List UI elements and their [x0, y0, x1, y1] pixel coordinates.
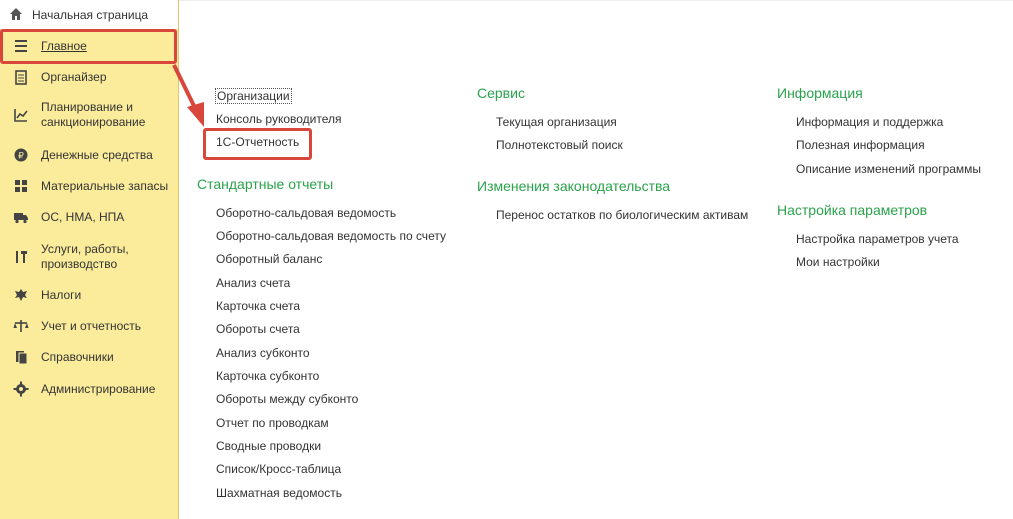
sidebar-item-admin[interactable]: Администрирование: [0, 380, 178, 400]
sidebar-item-organizer[interactable]: Органайзер: [0, 67, 178, 87]
link-useful-info[interactable]: Полезная информация: [796, 138, 925, 152]
link-report[interactable]: Карточка субконто: [216, 369, 319, 383]
link-report[interactable]: Оборотно-сальдовая ведомость: [216, 206, 396, 220]
sidebar-item-planning[interactable]: Планирование и санкционирование: [0, 98, 178, 132]
link-fulltext-search[interactable]: Полнотекстовый поиск: [496, 138, 623, 152]
link-changelog[interactable]: Описание изменений программы: [796, 162, 981, 176]
sidebar-item-taxes[interactable]: Налоги: [0, 286, 178, 306]
home-icon: [10, 8, 22, 20]
heading-standard-reports: Стандартные отчеты: [197, 176, 334, 192]
link-current-organization[interactable]: Текущая организация: [496, 115, 617, 129]
link-report[interactable]: Оборотно-сальдовая ведомость по счету: [216, 229, 446, 243]
link-report[interactable]: Карточка счета: [216, 299, 300, 313]
money-icon: ₽: [14, 148, 28, 162]
scales-icon: [13, 320, 29, 332]
sidebar-item-inventory[interactable]: Материальные запасы: [0, 177, 178, 197]
top-divider: [179, 0, 1013, 1]
books-icon: [16, 351, 28, 365]
link-report[interactable]: Обороты между субконто: [216, 392, 358, 406]
svg-text:₽: ₽: [18, 151, 24, 161]
link-report[interactable]: Оборотный баланс: [216, 252, 322, 266]
heading-settings: Настройка параметров: [777, 202, 928, 218]
sidebar-item-label: Учет и отчетность: [41, 319, 141, 333]
planning-icon: [14, 109, 28, 122]
link-bio-assets-transfer[interactable]: Перенос остатков по биологическим актива…: [496, 208, 748, 222]
home-label: Начальная страница: [32, 8, 149, 22]
home-link[interactable]: Начальная страница: [0, 0, 178, 30]
link-report[interactable]: Обороты счета: [216, 322, 300, 336]
sidebar-item-label: Администрирование: [41, 382, 156, 396]
heading-legislation-changes: Изменения законодательства: [477, 178, 671, 194]
link-report[interactable]: Список/Кросс-таблица: [216, 462, 341, 476]
highlight-main: [0, 29, 177, 64]
sidebar-item-label: Планирование и санкционирование: [41, 100, 146, 129]
link-report[interactable]: Анализ субконто: [216, 346, 310, 360]
sidebar-item-label: Денежные средства: [41, 148, 153, 162]
link-report[interactable]: Сводные проводки: [216, 439, 321, 453]
notepad-icon: [15, 70, 27, 85]
eagle-icon: [15, 289, 27, 301]
sidebar-item-label: ОС, НМА, НПА: [41, 210, 125, 224]
sidebar-item-label: Органайзер: [41, 70, 107, 84]
gear-icon: [13, 381, 29, 397]
sidebar-item-services[interactable]: Услуги, работы, производство: [0, 240, 178, 274]
sidebar-item-label: Налоги: [41, 288, 82, 302]
heading-service: Сервис: [477, 85, 525, 101]
grid-icon: [15, 180, 27, 192]
link-organizations[interactable]: Организации: [215, 88, 292, 104]
sidebar-item-label: Услуги, работы, производство: [41, 242, 129, 271]
sidebar-item-fixed-assets[interactable]: ОС, НМА, НПА: [0, 208, 178, 228]
link-accounting-settings[interactable]: Настройка параметров учета: [796, 232, 959, 246]
annotation-arrow: [172, 64, 204, 127]
sidebar-item-references[interactable]: Справочники: [0, 348, 178, 368]
truck-icon: [14, 213, 28, 224]
link-1c-reporting[interactable]: 1С-Отчетность: [216, 135, 299, 149]
sidebar-item-money[interactable]: ₽ Денежные средства: [0, 146, 178, 166]
link-director-console[interactable]: Консоль руководителя: [216, 112, 342, 126]
link-info-support[interactable]: Информация и поддержка: [796, 115, 943, 129]
link-my-settings[interactable]: Мои настройки: [796, 255, 880, 269]
sidebar-item-accounting[interactable]: Учет и отчетность: [0, 317, 178, 337]
sidebar-item-label: Справочники: [41, 350, 114, 364]
link-report[interactable]: Анализ счета: [216, 276, 290, 290]
sidebar: Начальная страница Главное Органайзер Пл…: [0, 0, 179, 519]
link-report[interactable]: Шахматная ведомость: [216, 486, 342, 500]
tools-icon: [16, 251, 27, 263]
sidebar-item-label: Материальные запасы: [41, 179, 169, 193]
link-report[interactable]: Отчет по проводкам: [216, 416, 329, 430]
heading-information: Информация: [777, 85, 863, 101]
